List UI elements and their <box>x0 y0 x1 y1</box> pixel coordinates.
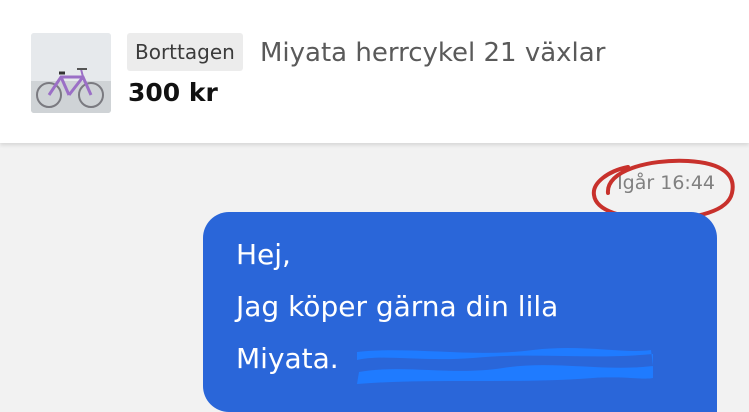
listing-title[interactable]: Miyata herrcykel 21 växlar <box>260 34 605 72</box>
status-badge: Borttagen <box>127 33 243 71</box>
listing-thumbnail[interactable] <box>31 33 111 113</box>
bicycle-icon <box>31 33 111 113</box>
redaction-scribble <box>357 348 653 384</box>
listing-price: 300 kr <box>128 78 218 107</box>
listing-card[interactable]: Borttagen Miyata herrcykel 21 växlar 300… <box>0 0 749 143</box>
message-timestamp: Igår 16:44 <box>617 172 715 194</box>
message-line: Jag köper gärna din lila <box>236 290 559 323</box>
message-line: Hej, <box>236 238 291 271</box>
message-bubble[interactable]: Hej, Jag köper gärna din lila Miyata. <box>203 212 717 412</box>
message-line: Miyata. <box>236 342 339 375</box>
